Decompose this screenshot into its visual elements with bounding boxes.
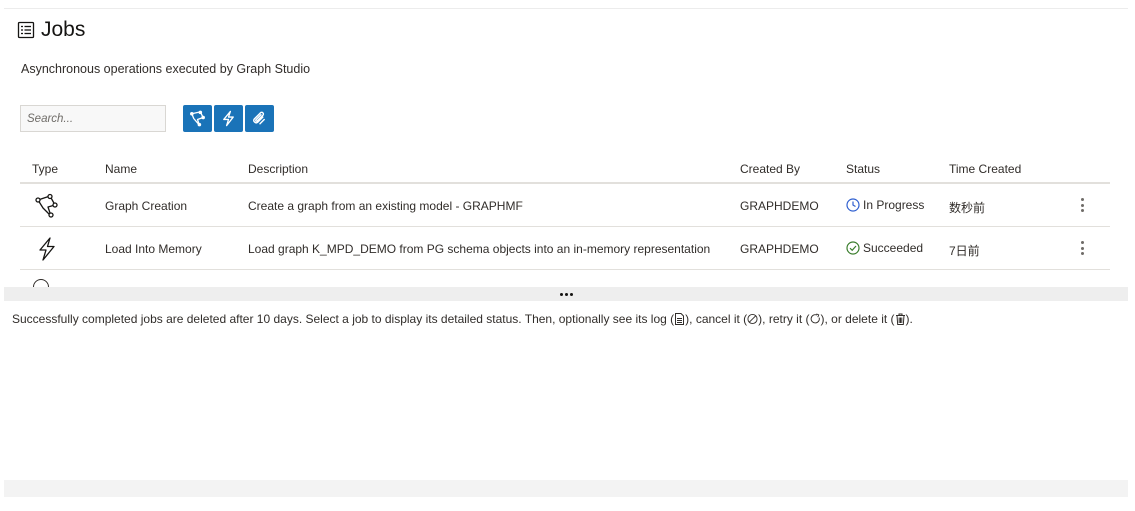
status-badge: Succeeded <box>846 241 923 255</box>
graph-creation-icon <box>35 193 58 218</box>
paperclip-icon <box>253 111 265 125</box>
column-header-created-by[interactable]: Created By <box>740 162 800 176</box>
status-text: In Progress <box>863 198 925 212</box>
status-badge: In Progress <box>846 198 924 212</box>
table-header: Type Name Description Created By Status … <box>20 155 1110 184</box>
table-row[interactable]: Graph Creation Create a graph from an ex… <box>20 184 1110 227</box>
panel-splitter-handle[interactable] <box>4 287 1128 301</box>
page-title: Jobs <box>41 18 86 41</box>
job-name: Load Into Memory <box>105 242 202 256</box>
column-header-time-created[interactable]: Time Created <box>949 162 1021 176</box>
bottom-status-bar <box>4 480 1128 497</box>
help-footnote: Successfully completed jobs are deleted … <box>12 312 913 326</box>
delete-icon <box>895 313 905 325</box>
search-input[interactable] <box>20 105 166 132</box>
column-header-type[interactable]: Type <box>32 162 58 176</box>
log-icon <box>675 313 685 325</box>
job-description: Create a graph from an existing model - … <box>248 199 523 213</box>
table-row[interactable]: Load Into Memory Load graph K_MPD_DEMO f… <box>20 227 1110 270</box>
job-name: Graph Creation <box>105 199 188 213</box>
create-graph-filter-button[interactable] <box>183 105 212 132</box>
page-header: Jobs <box>17 17 85 43</box>
job-description: Load graph K_MPD_DEMO from PG schema obj… <box>248 242 711 256</box>
jobs-table: Type Name Description Created By Status … <box>20 155 1110 270</box>
column-header-description[interactable]: Description <box>248 162 308 176</box>
load-memory-filter-button[interactable] <box>214 105 243 132</box>
lightning-icon <box>39 237 55 261</box>
lightning-icon <box>223 110 234 127</box>
retry-icon <box>810 313 820 324</box>
job-time-created: 数秒前 <box>949 201 986 215</box>
status-text: Succeeded <box>863 241 924 255</box>
column-header-name[interactable]: Name <box>105 162 137 176</box>
clock-icon <box>846 198 860 212</box>
page-subtitle: Asynchronous operations executed by Grap… <box>21 62 311 76</box>
top-divider <box>4 8 1128 9</box>
graph-creation-icon <box>190 110 205 127</box>
column-header-status[interactable]: Status <box>846 162 880 176</box>
cancel-icon <box>747 313 758 325</box>
job-time-created: 7日前 <box>949 244 980 258</box>
table-row-partial[interactable] <box>20 271 1110 288</box>
row-actions-kebab-icon[interactable] <box>1077 239 1087 257</box>
jobs-list-icon <box>17 21 35 39</box>
attachment-filter-button[interactable] <box>245 105 274 132</box>
job-created-by: GRAPHDEMO <box>740 199 819 213</box>
job-created-by: GRAPHDEMO <box>740 242 819 256</box>
row-actions-kebab-icon[interactable] <box>1077 196 1087 214</box>
check-circle-icon <box>846 241 860 255</box>
